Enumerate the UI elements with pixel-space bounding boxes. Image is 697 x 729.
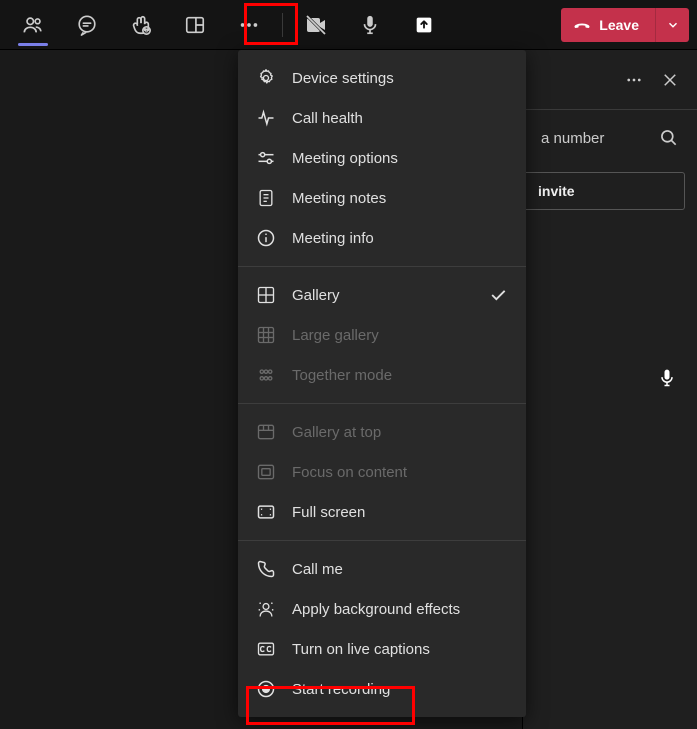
menu-item-label: Together mode <box>292 367 508 384</box>
meeting-toolbar: Leave <box>0 0 697 50</box>
leave-button[interactable]: Leave <box>561 8 655 42</box>
notes-icon <box>256 188 276 208</box>
menu-item-label: Call health <box>292 110 508 127</box>
focus-icon <box>256 462 276 482</box>
menu-item-label: Turn on live captions <box>292 641 508 658</box>
menu-section: Gallery at top Focus on content Full scree… <box>238 404 526 541</box>
menu-item-apply-background-effects[interactable]: Apply background effects <box>238 589 526 629</box>
panel-more-button[interactable] <box>625 71 643 89</box>
share-invite-button[interactable]: invite <box>523 172 685 210</box>
leave-chevron-button[interactable] <box>655 8 689 42</box>
cc-icon <box>256 639 276 659</box>
menu-item-label: Full screen <box>292 504 508 521</box>
menu-section: Gallery Large gallery Together mode <box>238 267 526 404</box>
menu-item-label: Focus on content <box>292 464 508 481</box>
hangup-icon <box>573 16 591 34</box>
menu-item-device-settings[interactable]: Device settings <box>238 58 526 98</box>
menu-item-label: Start recording <box>292 681 508 698</box>
more-actions-menu: Device settings Call health Meeting option… <box>238 50 526 717</box>
search-icon <box>659 128 679 148</box>
menu-item-label: Large gallery <box>292 327 508 344</box>
toolbar-divider <box>282 13 283 37</box>
leave-label: Leave <box>599 17 639 33</box>
panel-close-button[interactable] <box>661 71 679 89</box>
gallery-top-icon <box>256 422 276 442</box>
grid2-icon <box>256 285 276 305</box>
phone-icon <box>256 559 276 579</box>
record-icon <box>256 679 276 699</box>
menu-item-turn-on-live-captions[interactable]: Turn on live captions <box>238 629 526 669</box>
menu-section: Device settings Call health Meeting option… <box>238 50 526 267</box>
people-button[interactable] <box>8 0 58 50</box>
more-actions-button[interactable] <box>224 0 274 50</box>
menu-item-label: Apply background effects <box>292 601 508 618</box>
menu-item-meeting-info[interactable]: Meeting info <box>238 218 526 258</box>
menu-item-label: Meeting notes <box>292 190 508 207</box>
pulse-icon <box>256 108 276 128</box>
menu-item-together-mode: Together mode <box>238 355 526 395</box>
menu-section: Call me Apply background effects Turn on l… <box>238 541 526 717</box>
info-icon <box>256 228 276 248</box>
menu-item-label: Gallery <box>292 287 472 304</box>
camera-button[interactable] <box>291 0 341 50</box>
menu-item-label: Meeting options <box>292 150 508 167</box>
menu-item-label: Call me <box>292 561 508 578</box>
fullscreen-icon <box>256 502 276 522</box>
menu-item-large-gallery: Large gallery <box>238 315 526 355</box>
sliders-icon <box>256 148 276 168</box>
reactions-button[interactable] <box>116 0 166 50</box>
share-button[interactable] <box>399 0 449 50</box>
menu-item-gallery-at-top: Gallery at top <box>238 412 526 452</box>
menu-item-label: Device settings <box>292 70 508 87</box>
number-hint: a number <box>541 130 647 147</box>
menu-item-call-me[interactable]: Call me <box>238 549 526 589</box>
grid3-icon <box>256 325 276 345</box>
menu-item-meeting-options[interactable]: Meeting options <box>238 138 526 178</box>
menu-item-full-screen[interactable]: Full screen <box>238 492 526 532</box>
leave-control: Leave <box>561 8 689 42</box>
person-bg-icon <box>256 599 276 619</box>
invite-search-row[interactable]: a number <box>523 110 697 166</box>
menu-item-call-health[interactable]: Call health <box>238 98 526 138</box>
mic-button[interactable] <box>345 0 395 50</box>
menu-item-label: Meeting info <box>292 230 508 247</box>
check-icon <box>488 285 508 305</box>
chevron-down-icon <box>666 18 680 32</box>
menu-item-focus-on-content: Focus on content <box>238 452 526 492</box>
people-group-icon <box>256 365 276 385</box>
chat-button[interactable] <box>62 0 112 50</box>
gear-icon <box>256 68 276 88</box>
panel-header <box>523 50 697 110</box>
invite-label: invite <box>538 183 575 199</box>
menu-item-label: Gallery at top <box>292 424 508 441</box>
menu-item-gallery[interactable]: Gallery <box>238 275 526 315</box>
menu-item-start-recording[interactable]: Start recording <box>238 669 526 709</box>
menu-item-meeting-notes[interactable]: Meeting notes <box>238 178 526 218</box>
rooms-button[interactable] <box>170 0 220 50</box>
participants-panel: a number invite <box>522 50 697 729</box>
participant-mic-icon[interactable] <box>657 368 677 388</box>
